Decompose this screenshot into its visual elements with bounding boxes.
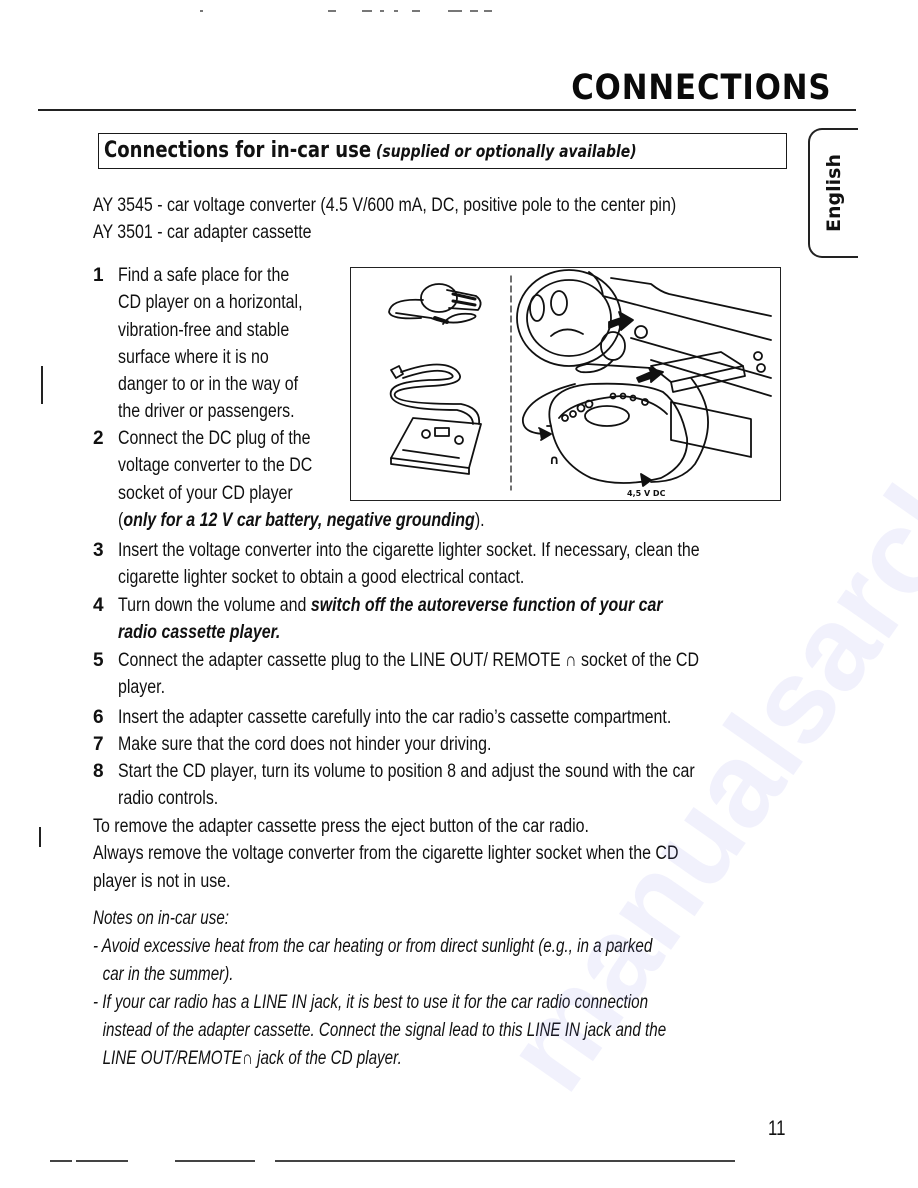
- accessory-cassette: AY 3501 - car adapter cassette: [93, 222, 312, 243]
- page-number: 11: [768, 1117, 786, 1140]
- removal-line: Always remove the voltage converter from…: [93, 843, 679, 865]
- step-text-segment: the driver or passengers.: [118, 401, 295, 423]
- step-number: 6: [93, 707, 104, 728]
- step-text-segment: Turn down the volume and: [118, 595, 311, 616]
- cd-player-icon: [548, 382, 688, 484]
- step-number: 5: [93, 650, 104, 671]
- step-number: 7: [93, 734, 104, 755]
- notes-title: Notes on in-car use:: [93, 908, 230, 929]
- step-text-segment: Insert the adapter cassette carefully in…: [118, 707, 672, 728]
- removal-instructions: To remove the adapter cassette press the…: [93, 813, 790, 895]
- step-line: vibration-free and stable: [118, 317, 303, 344]
- step-line: radio cassette player.: [118, 619, 663, 646]
- step-line: Find a safe place for the: [118, 262, 303, 289]
- removal-line: player is not in use.: [93, 870, 231, 892]
- insert-arrow-icon: [608, 311, 634, 331]
- step-line: (only for a 12 V car battery, negative g…: [118, 507, 485, 534]
- step-line: Turn down the volume and switch off the …: [118, 592, 663, 619]
- step-text-segment: cigarette lighter socket to obtain a goo…: [118, 567, 525, 589]
- emphasized-text: only for a 12 V car battery, negative gr…: [123, 509, 475, 531]
- margin-mark: [41, 366, 43, 404]
- step-text: Insert the adapter cassette carefully in…: [118, 704, 777, 731]
- step-number: 3: [93, 540, 104, 561]
- step-text: Turn down the volume and switch off the …: [118, 592, 766, 647]
- step-number: 2: [93, 428, 104, 449]
- step-text-segment: player.: [118, 677, 166, 699]
- step-text: Make sure that the cord does not hinder …: [118, 731, 563, 758]
- emphasized-text: radio cassette player.: [118, 622, 281, 644]
- accessory-converter: AY 3545 - car voltage converter (4.5 V/6…: [93, 195, 677, 216]
- step-text-segment: Insert the voltage converter into the ci…: [118, 540, 700, 561]
- language-tab-label: English: [823, 154, 845, 232]
- note-line: instead of the adapter cassette. Connect…: [102, 1020, 667, 1041]
- page-title: CONNECTIONS: [571, 68, 832, 108]
- margin-mark: [39, 827, 41, 847]
- step-line: Make sure that the cord does not hinder …: [118, 731, 491, 758]
- step-text-segment: vibration-free and stable: [118, 319, 290, 341]
- step-text: Start the CD player, turn its volume to …: [118, 758, 805, 813]
- step-text-segment: CD player on a horizontal,: [118, 292, 303, 314]
- removal-line: To remove the adapter cassette press the…: [93, 816, 589, 837]
- step-text: Find a safe place for the CD player on a …: [118, 262, 338, 426]
- emphasized-text: switch off the autoreverse function of y…: [310, 595, 663, 616]
- step-line: danger to or in the way of: [118, 371, 303, 398]
- scan-artifact-top: [200, 10, 500, 14]
- step-text-segment: Start the CD player, turn its volume to …: [118, 761, 695, 782]
- step-number: 8: [93, 761, 104, 782]
- illustration-svg: ∩ 4,5 V DC: [388, 269, 772, 498]
- dc-voltage-label: 4,5 V DC: [627, 489, 666, 498]
- in-car-connection-illustration: ∩ 4,5 V DC: [350, 267, 781, 501]
- step-text-segment: voltage converter to the DC: [118, 455, 313, 477]
- section-heading-box: Connections for in-car use (supplied or o…: [98, 133, 787, 169]
- cassette-arrow-icon: [636, 367, 664, 383]
- step-text-segment: Find a safe place for the: [118, 265, 290, 286]
- adapter-cassette-icon: [389, 363, 482, 475]
- section-heading: Connections for in-car use (supplied or o…: [104, 136, 637, 167]
- note-line: car in the summer).: [102, 964, 234, 985]
- step-line: Connect the adapter cassette plug to the…: [118, 647, 699, 674]
- step-text: Insert the voltage converter into the ci…: [118, 537, 810, 592]
- plug-in-socket-icon: [600, 331, 626, 361]
- dashboard-icon: [588, 271, 772, 458]
- step-line: cigarette lighter socket to obtain a goo…: [118, 564, 700, 591]
- step-text-segment: Connect the adapter cassette plug to the…: [118, 650, 699, 671]
- section-heading-subtitle: (supplied or optionally available): [376, 142, 637, 162]
- step-line: the driver or passengers.: [118, 398, 303, 425]
- step-line: CD player on a horizontal,: [118, 289, 303, 316]
- voltage-converter-icon: [388, 283, 482, 325]
- headphone-symbol: ∩: [549, 453, 560, 468]
- step-line: surface where it is no: [118, 344, 303, 371]
- step-text-segment: ).: [474, 509, 485, 531]
- section-heading-title: Connections for in-car use: [104, 138, 372, 163]
- bottom-divider: [50, 1160, 735, 1162]
- dc-cable: [650, 377, 709, 483]
- step-line: player.: [118, 674, 699, 701]
- step-text: Connect the adapter cassette plug to the…: [118, 647, 810, 702]
- note-line: - If your car radio has a LINE IN jack, …: [93, 992, 649, 1013]
- step-text-segment: Make sure that the cord does not hinder …: [118, 734, 492, 755]
- steering-wheel-icon: [516, 269, 622, 367]
- step-text-segment: radio controls.: [118, 788, 219, 810]
- notes-section: Notes on in-car use: - Avoid excessive h…: [93, 905, 809, 1073]
- step-number: 1: [93, 265, 104, 286]
- lighter-socket-icon: [634, 325, 648, 339]
- title-divider: [38, 109, 856, 111]
- note-line: LINE OUT/REMOTE∩ jack of the CD player.: [102, 1048, 402, 1069]
- step-line: Start the CD player, turn its volume to …: [118, 758, 695, 785]
- step-text-segment: Connect the DC plug of the: [118, 428, 311, 449]
- step-text-segment: danger to or in the way of: [118, 374, 299, 396]
- step-line: Insert the adapter cassette carefully in…: [118, 704, 671, 731]
- step-number: 4: [93, 595, 104, 616]
- note-line: - Avoid excessive heat from the car heat…: [93, 936, 653, 957]
- step-line: radio controls.: [118, 785, 695, 812]
- step-text-segment: socket of your CD player: [118, 482, 293, 504]
- language-tab: English: [808, 128, 858, 258]
- step-line: Insert the voltage converter into the ci…: [118, 537, 700, 564]
- step-text-segment: surface where it is no: [118, 346, 269, 368]
